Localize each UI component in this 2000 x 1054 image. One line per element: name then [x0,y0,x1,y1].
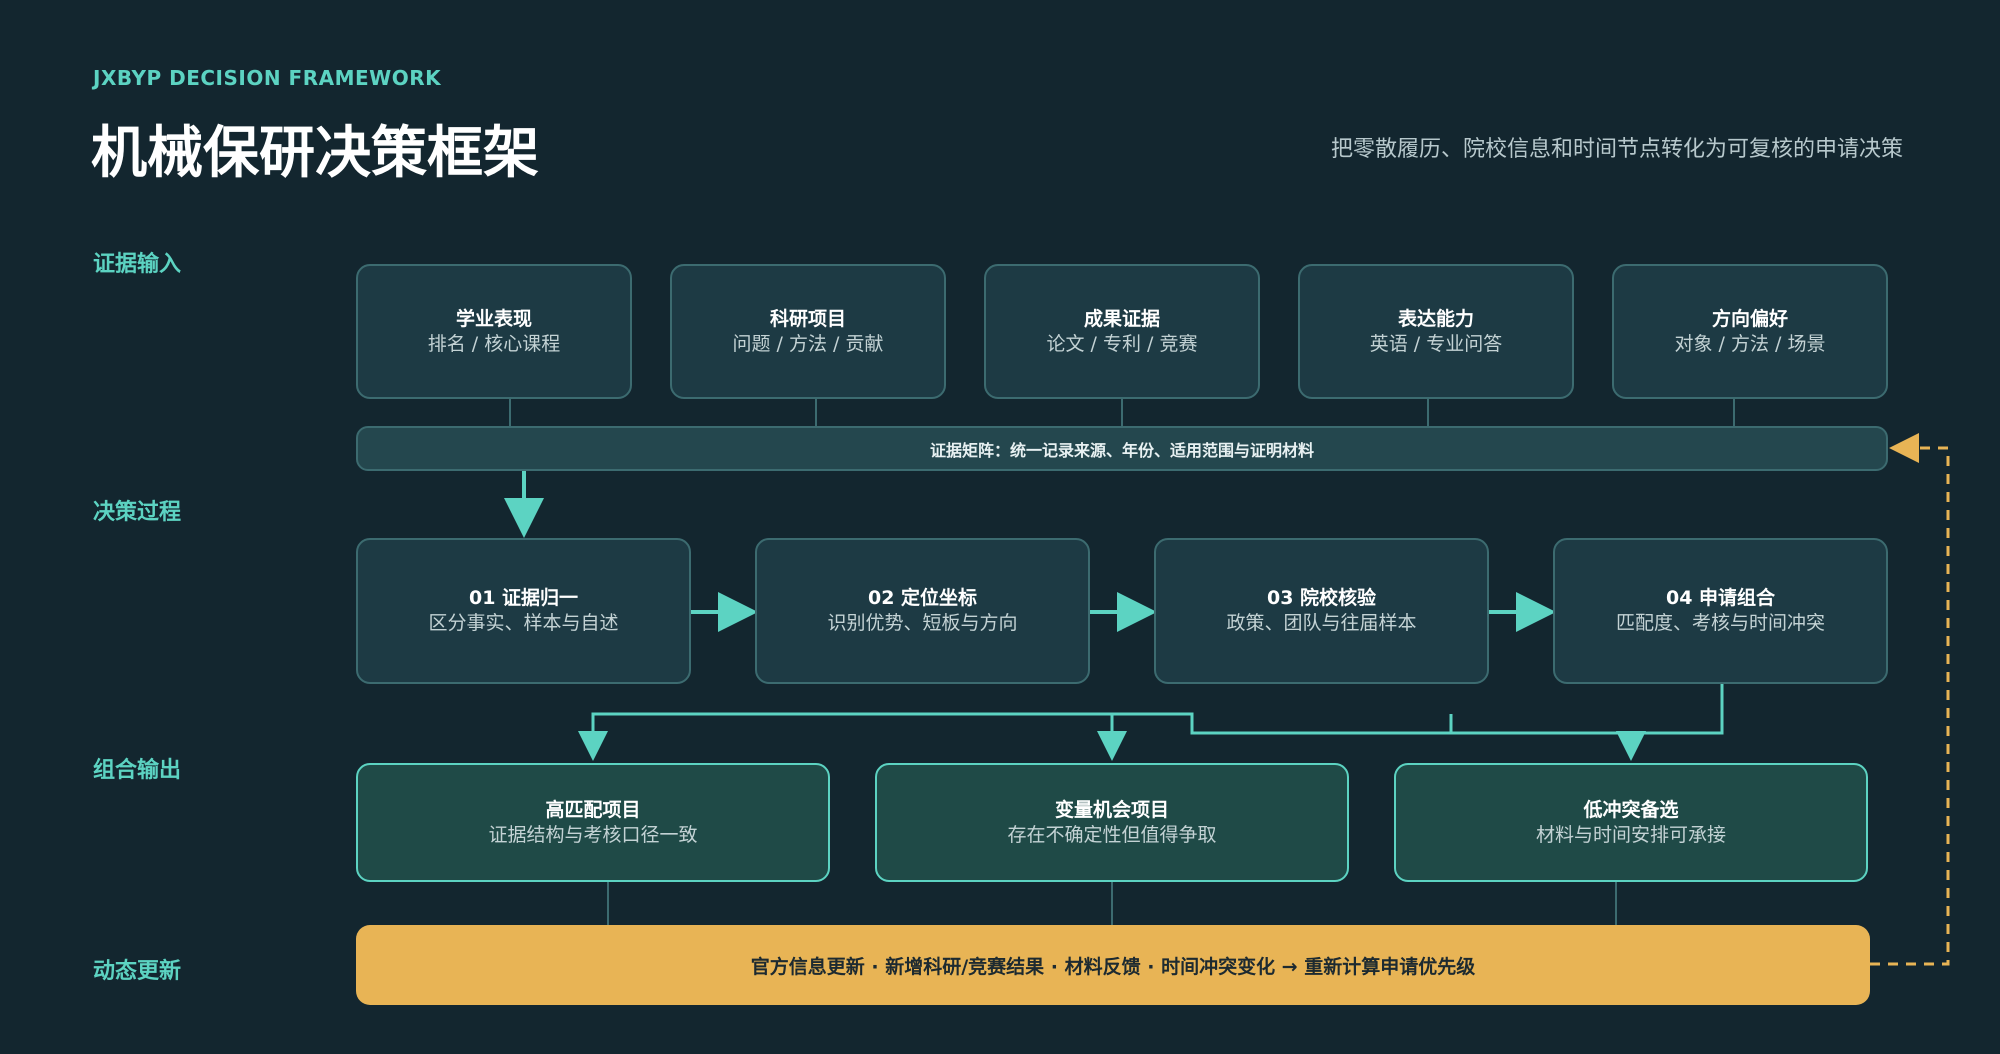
input-sub: 英语 / 专业问答 [1369,332,1503,355]
step-title: 03 院校核验 [1266,587,1377,610]
input-sub: 对象 / 方法 / 场景 [1674,332,1826,355]
input-box-expression: 表达能力 英语 / 专业问答 [1298,264,1574,399]
step-title: 01 证据归一 [468,587,579,610]
input-title: 成果证据 [1083,307,1160,330]
output-title: 高匹配项目 [545,798,641,821]
output-title: 低冲突备选 [1583,798,1679,821]
input-title: 表达能力 [1397,307,1474,330]
input-connectors [509,399,1735,426]
step-box-3: 03 院校核验 政策、团队与往届样本 [1154,538,1489,684]
input-title: 学业表现 [455,307,532,330]
output-sub: 材料与时间安排可承接 [1535,823,1726,846]
output-box-high-match: 高匹配项目 证据结构与考核口径一致 [356,763,830,882]
input-sub: 排名 / 核心课程 [427,332,561,355]
step-sub: 政策、团队与往届样本 [1226,612,1417,634]
output-sub: 证据结构与考核口径一致 [488,823,698,846]
step-box-2: 02 定位坐标 识别优势、短板与方向 [755,538,1090,684]
section-label-update: 动态更新 [93,959,182,984]
output-sub: 存在不确定性但值得争取 [1007,823,1217,846]
evidence-matrix-bar: 证据矩阵：统一记录来源、年份、适用范围与证明材料 [356,426,1888,471]
page-subtitle: 把零散履历、院校信息和时间节点转化为可复核的申请决策 [1330,137,1903,162]
dynamic-update-bar: 官方信息更新 · 新增科研/竞赛结果 · 材料反馈 · 时间冲突变化 → 重新计… [356,925,1870,1005]
section-label-process: 决策过程 [93,500,182,525]
step-sub: 区分事实、样本与自述 [428,612,619,634]
step-title: 02 定位坐标 [867,587,978,610]
input-box-direction: 方向偏好 对象 / 方法 / 场景 [1612,264,1888,399]
output-title: 变量机会项目 [1054,798,1169,821]
step-box-4: 04 申请组合 匹配度、考核与时间冲突 [1553,538,1888,684]
feedback-loop-arrow [1870,433,1950,966]
section-label-output: 组合输出 [93,758,182,783]
input-title: 科研项目 [769,307,846,330]
step-sub: 识别优势、短板与方向 [827,612,1018,634]
input-box-research: 科研项目 问题 / 方法 / 贡献 [670,264,946,399]
page-title: 机械保研决策框架 [91,121,539,186]
section-label-input: 证据输入 [93,252,182,277]
output-box-variable-opportunity: 变量机会项目 存在不确定性但值得争取 [875,763,1349,882]
input-box-achievements: 成果证据 论文 / 专利 / 竞赛 [984,264,1260,399]
input-title: 方向偏好 [1711,307,1788,330]
output-box-low-conflict: 低冲突备选 材料与时间安排可承接 [1394,763,1868,882]
input-sub: 问题 / 方法 / 贡献 [732,332,884,355]
step-sub: 匹配度、考核与时间冲突 [1615,612,1825,634]
eyebrow-label: JXBYP DECISION FRAMEWORK [93,66,442,90]
input-sub: 论文 / 专利 / 竞赛 [1046,332,1198,355]
distribution-connectors [578,684,1724,761]
step-box-1: 01 证据归一 区分事实、样本与自述 [356,538,691,684]
output-connectors [607,882,1617,925]
input-box-academic: 学业表现 排名 / 核心课程 [356,264,632,399]
step-title: 04 申请组合 [1665,587,1776,610]
